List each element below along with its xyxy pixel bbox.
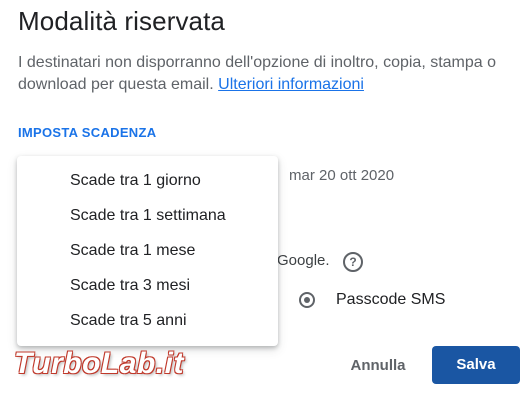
dropdown-item-1-week[interactable]: Scade tra 1 settimana — [17, 198, 278, 233]
sms-passcode-label[interactable]: Passcode SMS — [336, 291, 445, 309]
dialog-title: Modalità riservata — [18, 6, 225, 36]
save-button[interactable]: Salva — [432, 346, 520, 384]
dropdown-item-1-day[interactable]: Scade tra 1 giorno — [17, 163, 278, 198]
help-icon[interactable]: ? — [343, 252, 363, 272]
sms-passcode-radio[interactable] — [299, 292, 315, 308]
partial-google-text: Google. — [277, 252, 330, 269]
dropdown-item-1-month[interactable]: Scade tra 1 mese — [17, 233, 278, 268]
dropdown-item-3-months[interactable]: Scade tra 3 mesi — [17, 268, 278, 303]
expiry-date: mar 20 ott 2020 — [289, 167, 395, 184]
dialog-description: I destinatari non disporranno dell'opzio… — [18, 52, 508, 96]
set-expiry-label: IMPOSTA SCADENZA — [18, 125, 157, 140]
expiry-dropdown-menu: Scade tra 1 giorno Scade tra 1 settimana… — [17, 156, 278, 346]
learn-more-link[interactable]: Ulteriori informazioni — [218, 76, 364, 93]
turbolab-watermark: TurboLab.it — [14, 347, 184, 380]
cancel-button[interactable]: Annulla — [345, 350, 411, 382]
dropdown-item-5-years[interactable]: Scade tra 5 anni — [17, 303, 278, 338]
